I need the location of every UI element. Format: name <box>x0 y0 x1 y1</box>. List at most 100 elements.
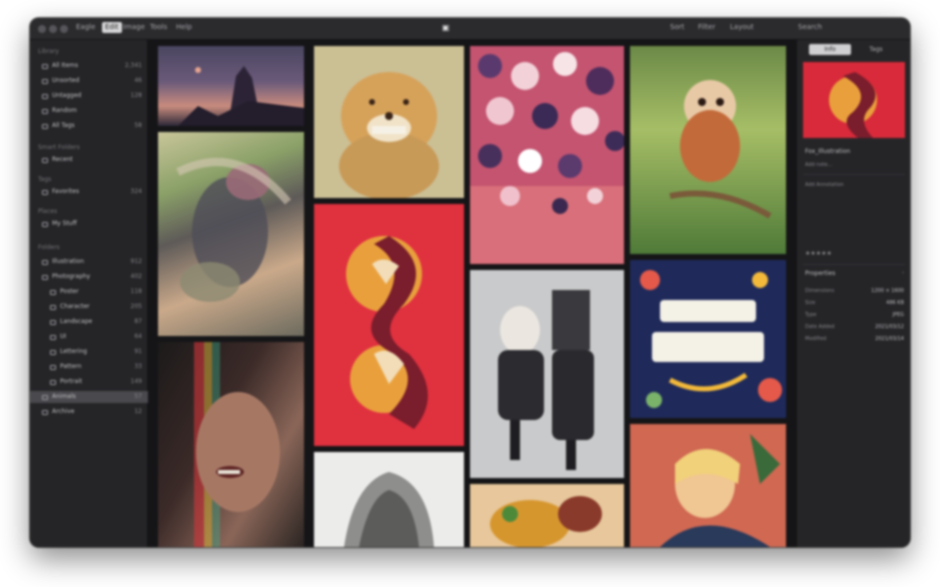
sidebar-item-label: Pattern <box>60 363 82 370</box>
minimize-window-button[interactable] <box>49 25 57 33</box>
image-gallery <box>148 40 796 547</box>
divider <box>803 174 905 175</box>
toolbar-sort[interactable]: Sort <box>670 23 684 31</box>
menu-help[interactable]: Help <box>176 23 192 31</box>
thumbnail-bird[interactable] <box>630 46 786 254</box>
item-title[interactable]: Fox_Illustration <box>805 148 850 155</box>
tab-info[interactable]: Info <box>809 44 851 55</box>
sidebar-item-label: All Tags <box>52 122 75 129</box>
property-key: Modified <box>805 336 827 342</box>
sidebar-item-label: Lettering <box>60 348 88 355</box>
property-value: 2021/03/12 <box>875 324 904 330</box>
expand-chevron-icon[interactable]: › <box>902 270 904 276</box>
menu-eagle[interactable]: Eagle <box>76 23 95 31</box>
window-icon: ▣ <box>442 23 450 32</box>
toolbar-search[interactable]: Search <box>798 23 822 31</box>
sidebar-item-count: 324 <box>130 188 142 195</box>
thumbnail-sculpture[interactable] <box>314 452 464 547</box>
sidebar-item-label: Landscape <box>60 318 93 325</box>
sidebar-item-label: Photography <box>52 273 91 280</box>
menu-edit[interactable]: Edit <box>102 22 122 33</box>
thumbnail-fox[interactable] <box>314 204 464 446</box>
sidebar-section-places: Places <box>38 208 58 215</box>
folder-icon <box>50 365 56 370</box>
thumbnail-warrior[interactable] <box>158 132 304 336</box>
sidebar-item-count: 57 <box>134 393 142 400</box>
note-field[interactable]: Add note... <box>805 162 832 168</box>
thumbnail-lettering[interactable] <box>630 260 786 418</box>
zoom-window-button[interactable] <box>60 25 68 33</box>
lettering-image <box>640 270 782 408</box>
sidebar-item-folder-0[interactable]: Illustration 912 <box>30 256 148 268</box>
sidebar-item-label: Archive <box>52 408 75 415</box>
flowers-image <box>470 46 624 214</box>
preview-thumbnail <box>803 62 905 138</box>
sidebar-item-label: Untagged <box>52 92 82 99</box>
sidebar-item-folder-5[interactable]: UI 64 <box>30 331 148 343</box>
bird-image <box>669 80 772 219</box>
property-value: 1200 × 1600 <box>871 288 904 294</box>
sidebar-item-library-2[interactable]: Untagged 128 <box>30 90 148 102</box>
folder-icon <box>42 79 48 84</box>
sidebar-item-library-1[interactable]: Unsorted 46 <box>30 75 148 87</box>
sidebar-item-count: 46 <box>134 77 142 84</box>
toolbar-filter[interactable]: Filter <box>698 23 715 31</box>
sidebar-item-folder-4[interactable]: Landscape 87 <box>30 316 148 328</box>
sidebar-item-library-4[interactable]: All Tags 58 <box>30 120 148 132</box>
folder-icon <box>42 109 48 114</box>
sidebar-item-label: Illustration <box>52 258 85 265</box>
thumbnail-people[interactable] <box>470 270 624 478</box>
sidebar-item-count: 12 <box>134 408 142 415</box>
sidebar-item-library-0[interactable]: All Items 2,341 <box>30 60 148 72</box>
sidebar-item-favorites[interactable]: Favorites 324 <box>30 186 148 198</box>
sidebar-item-folder-3[interactable]: Character 205 <box>30 301 148 313</box>
sidebar-item-folder-8[interactable]: Portrait 149 <box>30 376 148 388</box>
sidebar-item-label: Recent <box>52 156 73 163</box>
tab-tags[interactable]: Tags <box>855 44 897 55</box>
sidebar-item-recent[interactable]: Recent <box>30 154 148 166</box>
folder-icon <box>42 64 48 69</box>
sidebar-item-folder-2[interactable]: Poster 118 <box>30 286 148 298</box>
sidebar-item-folder-10[interactable]: Archive 12 <box>30 406 148 418</box>
thumbnail-portrait[interactable] <box>158 342 304 547</box>
property-value: 486 KB <box>886 300 904 306</box>
thumbnail-flowers[interactable] <box>470 46 624 264</box>
sidebar-item-label: Character <box>60 303 90 310</box>
sidebar-item-count: 33 <box>134 363 142 370</box>
thumbnail-food[interactable] <box>470 484 624 547</box>
people-image <box>470 270 624 478</box>
annotation-field[interactable]: Add Annotation <box>805 182 844 188</box>
property-value: 2021/03/14 <box>875 336 904 342</box>
folder-icon <box>50 305 56 310</box>
sidebar-item-label: Poster <box>60 288 79 295</box>
toolbar-layout[interactable]: Layout <box>730 23 754 31</box>
sidebar-item-my-stuff[interactable]: My Stuff <box>30 218 148 230</box>
sidebar-item-count: 402 <box>130 273 142 280</box>
thumbnail-cheetah[interactable] <box>314 46 464 198</box>
close-window-button[interactable] <box>38 25 46 33</box>
sidebar-item-folder-7[interactable]: Pattern 33 <box>30 361 148 373</box>
folder-icon <box>50 320 56 325</box>
sidebar-item-count: 128 <box>130 92 142 99</box>
sidebar-item-folder-6[interactable]: Lettering 91 <box>30 346 148 358</box>
menu-image[interactable]: Image <box>123 23 145 31</box>
folder-icon <box>50 290 56 295</box>
sidebar-item-folder-1[interactable]: Photography 402 <box>30 271 148 283</box>
thumbnail-girl[interactable] <box>630 424 786 547</box>
rating-stars[interactable]: ★★★★★ <box>805 250 832 257</box>
property-key: Type <box>805 312 817 318</box>
menu-tools[interactable]: Tools <box>150 23 167 31</box>
sidebar-item-folder-9[interactable]: Animals 57 <box>30 391 148 403</box>
sidebar-item-library-3[interactable]: Random <box>30 105 148 117</box>
sidebar-item-count: 91 <box>134 348 142 355</box>
folder-icon <box>42 124 48 129</box>
portrait-image <box>194 342 280 547</box>
sidebar-section-tags: Tags <box>38 176 52 183</box>
thumbnail-castle[interactable] <box>158 46 304 126</box>
folder-icon <box>42 395 48 400</box>
folder-icon <box>50 335 56 340</box>
folder-icon <box>42 158 48 163</box>
sidebar-section-folders: Folders <box>38 244 60 251</box>
inspector-panel: Info Tags Fox_Illustration Add note... A… <box>796 40 910 547</box>
sidebar: Library All Items 2,341 Unsorted 46 Untagged… <box>30 40 148 547</box>
